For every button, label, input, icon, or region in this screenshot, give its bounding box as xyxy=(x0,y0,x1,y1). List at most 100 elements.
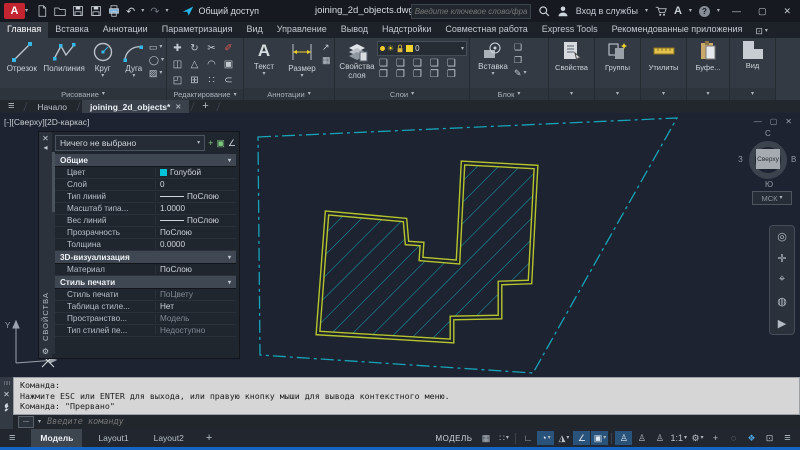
ribbon-state-icon[interactable]: ⊡ xyxy=(755,26,763,37)
text-tool[interactable]: A Текст ▾ xyxy=(246,39,282,88)
hatch-tool[interactable]: ▨▾ xyxy=(149,67,164,79)
circle-caret-icon[interactable]: ▾ xyxy=(101,73,104,79)
workspace-gear-icon[interactable]: ⚙▾ xyxy=(689,431,706,445)
help-search-box[interactable] xyxy=(411,4,531,19)
showmotion-icon[interactable]: ▶ xyxy=(778,317,786,330)
joined-shape[interactable] xyxy=(318,163,536,341)
undo-icon[interactable]: ↶ xyxy=(126,5,135,18)
panel-draw-label[interactable]: Рисование▾ xyxy=(0,88,166,100)
palette-settings-icon[interactable]: ⚙ xyxy=(42,347,49,356)
dimension-caret-icon[interactable]: ▾ xyxy=(300,73,303,79)
panel-annotate-label[interactable]: Аннотации▾ xyxy=(244,88,334,100)
select-objects-icon[interactable]: ▣ xyxy=(216,138,225,149)
layer-tool-10[interactable]: ❐ xyxy=(447,69,456,80)
fillet-tool[interactable]: ◠ xyxy=(203,57,220,73)
edit-block-tool[interactable]: ❐ xyxy=(514,54,527,66)
prop-row-transparency[interactable]: Прозрачность ПоСлою xyxy=(55,227,236,239)
new-file-icon[interactable] xyxy=(36,5,48,17)
prop-row-plot-type[interactable]: Тип стилей пе... Недоступно xyxy=(55,325,236,337)
clipboard-panel-button[interactable]: Буфе... xyxy=(687,38,729,88)
mirror-tool[interactable]: △ xyxy=(186,57,203,73)
layer-tool-5[interactable]: ❏ xyxy=(447,58,456,69)
new-drawing-tab-button[interactable]: + xyxy=(196,100,214,113)
redo-icon[interactable]: ↷ xyxy=(150,5,159,18)
annotation-monitor-icon[interactable]: + xyxy=(707,431,724,445)
panel-block-label[interactable]: Блок▾ xyxy=(470,88,548,100)
properties-panel-button[interactable]: Свойства xyxy=(549,38,594,88)
close-button[interactable]: ✕ xyxy=(778,6,796,17)
viewport-close-icon[interactable]: ✕ xyxy=(785,117,792,126)
rectangle-tool[interactable]: ▭▾ xyxy=(149,41,164,53)
prop-row-linetype[interactable]: Тип линий ПоСлою xyxy=(55,191,236,203)
prop-row-lineweight[interactable]: Вес линий ПоСлою xyxy=(55,215,236,227)
palette-close-icon[interactable]: ✕ xyxy=(42,134,49,143)
app-menu-button[interactable]: A xyxy=(4,3,25,19)
viewcube-north[interactable]: С xyxy=(765,129,771,138)
section-general[interactable]: Общие▾ xyxy=(55,154,236,167)
ortho-toggle-icon[interactable]: ∟ xyxy=(519,431,536,445)
ribbon-tab-output[interactable]: Вывод xyxy=(334,22,375,38)
create-block-tool[interactable]: ❏ xyxy=(514,41,527,53)
explode-tool[interactable]: ▣ xyxy=(220,57,237,73)
palette-autohide-icon[interactable]: ◂ xyxy=(43,143,47,152)
command-tools-wrench-icon[interactable] xyxy=(1,402,12,413)
circle-tool[interactable]: Круг ▾ xyxy=(87,39,119,88)
prop-row-linetype-scale[interactable]: Масштаб типа... 1.0000 xyxy=(55,203,236,215)
panel-groups-expander[interactable]: ▾ xyxy=(595,88,640,100)
prop-row-thickness[interactable]: Толщина 0.0000 xyxy=(55,239,236,251)
ribbon-tab-manage[interactable]: Управление xyxy=(270,22,334,38)
section-3d-visualization[interactable]: 3D-визуализация▾ xyxy=(55,251,236,264)
layout2-tab[interactable]: Layout2 xyxy=(145,429,193,447)
viewport-minimize-icon[interactable]: — xyxy=(754,117,762,126)
panel-view-expander[interactable]: ▾ xyxy=(730,88,775,100)
layer-tool-8[interactable]: ❐ xyxy=(413,69,422,80)
file-tabs-menu-icon[interactable]: ≡ xyxy=(0,100,22,113)
user-icon[interactable] xyxy=(557,5,569,17)
layer-tool-4[interactable]: ❏ xyxy=(430,58,439,69)
prop-row-material[interactable]: Материал ПоСлою xyxy=(55,264,236,276)
ribbon-tab-express[interactable]: Express Tools xyxy=(535,22,605,38)
ribbon-tab-collaborate[interactable]: Совместная работа xyxy=(438,22,534,38)
block-attrs-tool[interactable]: ✎▾ xyxy=(514,67,527,79)
ribbon-tab-parametric[interactable]: Параметризация xyxy=(155,22,240,38)
ribbon-tab-annotate[interactable]: Аннотации xyxy=(96,22,155,38)
command-grip-icon[interactable]: ∷∷ xyxy=(4,380,10,387)
move-tool[interactable]: ✚ xyxy=(169,41,186,57)
arc-caret-icon[interactable]: ▾ xyxy=(132,73,135,79)
store-caret-icon[interactable]: ▾ xyxy=(689,8,692,14)
prop-row-plot-table[interactable]: Таблица стиле... Нет xyxy=(55,301,236,313)
layer-tool-9[interactable]: ❐ xyxy=(430,69,439,80)
prop-row-layer[interactable]: Слой 0 xyxy=(55,179,236,191)
prop-row-color[interactable]: Цвет Голубой xyxy=(55,167,236,179)
file-tab-close-icon[interactable]: ✕ xyxy=(175,103,181,111)
file-tab-start[interactable]: Начало xyxy=(29,100,75,113)
text-caret-icon[interactable]: ▾ xyxy=(262,71,265,77)
object-snap-icon[interactable]: ▣▾ xyxy=(591,431,608,445)
rotate-tool[interactable]: ↻ xyxy=(186,41,203,57)
palette-scrollbar[interactable] xyxy=(52,152,55,354)
help-search-input[interactable] xyxy=(412,7,530,16)
layout1-tab[interactable]: Layout1 xyxy=(89,429,137,447)
annotation-visibility-icon[interactable]: ♙ xyxy=(615,431,632,445)
share-button[interactable]: Общий доступ xyxy=(182,5,258,17)
object-snap-tracking-icon[interactable]: ∠ xyxy=(573,431,590,445)
array-tool[interactable]: ⊞ xyxy=(186,73,203,89)
new-layout-button[interactable]: + xyxy=(200,432,218,444)
polar-tracking-icon[interactable]: ◔▾ xyxy=(537,431,554,445)
leader-tool[interactable]: ↗ xyxy=(322,41,331,53)
viewcube[interactable]: Сверху С Ю З В xyxy=(746,138,790,182)
steering-wheel-icon[interactable]: ◎ xyxy=(777,230,787,243)
ribbon-tab-featured[interactable]: Рекомендованные приложения xyxy=(605,22,750,38)
maximize-button[interactable]: ▢ xyxy=(753,6,772,17)
redo-caret-icon[interactable]: ▾ xyxy=(165,8,168,14)
layout-menu-icon[interactable]: ≡ xyxy=(0,432,24,444)
insert-caret-icon[interactable]: ▾ xyxy=(491,71,494,77)
layer-dropdown[interactable]: ☀ 0 ▾ xyxy=(377,41,467,56)
annotation-scale-value[interactable]: 1:1▾ xyxy=(669,431,688,445)
layer-tool-1[interactable]: ❏ xyxy=(379,58,388,69)
minimize-button[interactable]: — xyxy=(727,6,746,16)
command-recent-caret-icon[interactable]: ▾ xyxy=(38,419,41,425)
model-tab[interactable]: Модель xyxy=(31,429,82,447)
save-as-icon[interactable] xyxy=(90,5,102,17)
ribbon-tab-home[interactable]: Главная xyxy=(0,22,48,38)
